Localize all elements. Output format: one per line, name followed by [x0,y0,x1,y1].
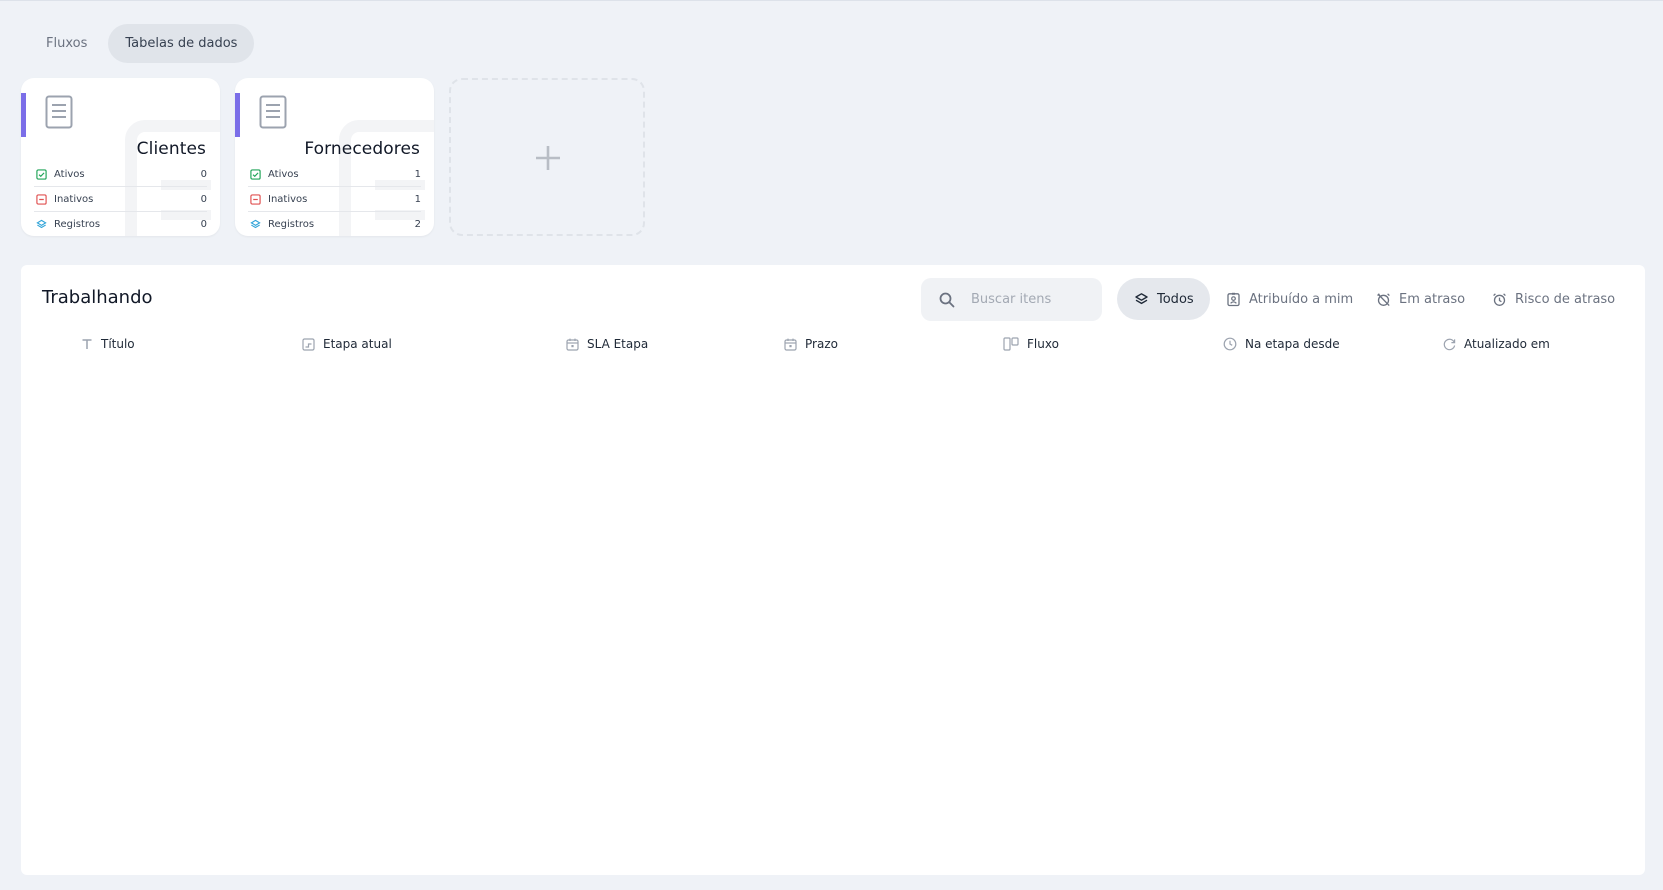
stat-row-ativos: Ativos 1 [248,162,421,187]
stat-label: Registros [54,219,101,230]
document-icon [45,95,73,129]
stat-label: Ativos [54,168,85,180]
add-table-button[interactable] [449,78,645,236]
panel-title: Trabalhando [42,287,153,308]
tab-tabelas-de-dados[interactable]: Tabelas de dados [108,24,255,63]
stat-value: 1 [414,168,421,180]
column-label: Atualizado em [1464,337,1550,351]
stat-row-inativos: Inativos 1 [248,187,421,212]
stat-row-inativos: Inativos 0 [34,187,207,212]
column-sla-etapa[interactable]: SLA Etapa [566,337,648,351]
stat-row-registros: Registros 2 [248,212,421,236]
column-prazo[interactable]: Prazo [784,337,838,351]
filter-em-atraso[interactable]: Em atraso [1376,278,1465,320]
card-accent [21,93,26,137]
card-stats: Ativos 1 Inativos 1 Registros 2 [248,162,421,236]
alarm-off-icon [1377,292,1390,306]
filter-label: Risco de atraso [1515,291,1616,307]
filter-label: Atribuído a mim [1249,291,1354,307]
table-card-fornecedores[interactable]: Fornecedores Ativos 1 Inativos 1 Registr… [235,78,434,236]
stat-value: 0 [200,219,207,230]
stat-label: Inativos [268,193,308,205]
column-label: Fluxo [1027,337,1059,351]
minus-square-icon [250,193,261,205]
stat-label: Inativos [54,193,94,205]
stat-value: 1 [414,193,421,205]
column-label: Etapa atual [323,337,392,351]
tab-fluxos[interactable]: Fluxos [29,24,104,63]
stat-value: 0 [200,168,207,180]
stat-row-ativos: Ativos 0 [34,162,207,187]
column-label: Prazo [805,337,838,351]
card-title: Fornecedores [304,139,420,159]
clock-icon [1223,337,1237,351]
column-label: Na etapa desde [1245,337,1340,351]
column-etapa-atual[interactable]: Etapa atual [302,337,392,351]
layers-icon [36,219,47,229]
stat-row-registros: Registros 0 [34,212,207,236]
plus-icon [536,146,560,170]
column-na-etapa-desde[interactable]: Na etapa desde [1223,337,1340,351]
column-titulo[interactable]: Título [81,337,135,351]
column-label: Título [101,337,135,351]
document-icon [259,95,287,129]
filter-label: Em atraso [1399,291,1466,307]
check-square-icon [36,168,47,180]
kanban-icon [1003,337,1019,351]
calendar-icon [566,338,579,351]
layers-icon [250,219,261,229]
stage-icon [302,337,315,351]
card-stats: Ativos 0 Inativos 0 Registros 0 [34,162,207,236]
table-card-clientes[interactable]: Clientes Ativos 0 Inativos 0 Registros 0 [21,78,220,236]
minus-square-icon [36,193,47,205]
calendar-icon [784,338,797,351]
badge-user-icon [1227,292,1240,306]
refresh-icon [1443,338,1456,350]
work-panel: Trabalhando Todos Atribuído a mim Em atr… [21,265,1645,875]
stat-label: Registros [268,219,315,230]
filter-risco-de-atraso[interactable]: Risco de atraso [1492,278,1615,320]
search-box[interactable] [921,278,1102,321]
column-fluxo[interactable]: Fluxo [1003,337,1059,351]
tab-bar: Fluxos Tabelas de dados [29,24,255,63]
stat-value: 0 [200,193,207,205]
stat-label: Ativos [268,168,299,180]
search-input[interactable] [971,292,1091,307]
filter-atribuido-a-mim[interactable]: Atribuído a mim [1226,278,1353,320]
search-icon [939,292,955,307]
stat-value: 2 [414,219,421,230]
alarm-icon [1493,292,1506,306]
filter-todos[interactable]: Todos [1117,278,1210,320]
filter-label: Todos [1157,291,1194,307]
text-t-icon [82,339,92,349]
column-atualizado-em[interactable]: Atualizado em [1443,337,1550,351]
table-header: Título Etapa atual SLA Etapa Prazo Fluxo… [21,337,1645,357]
card-title: Clientes [136,139,206,159]
layers-icon [1135,292,1148,304]
column-label: SLA Etapa [587,337,649,351]
check-square-icon [250,168,261,180]
card-accent [235,93,240,137]
